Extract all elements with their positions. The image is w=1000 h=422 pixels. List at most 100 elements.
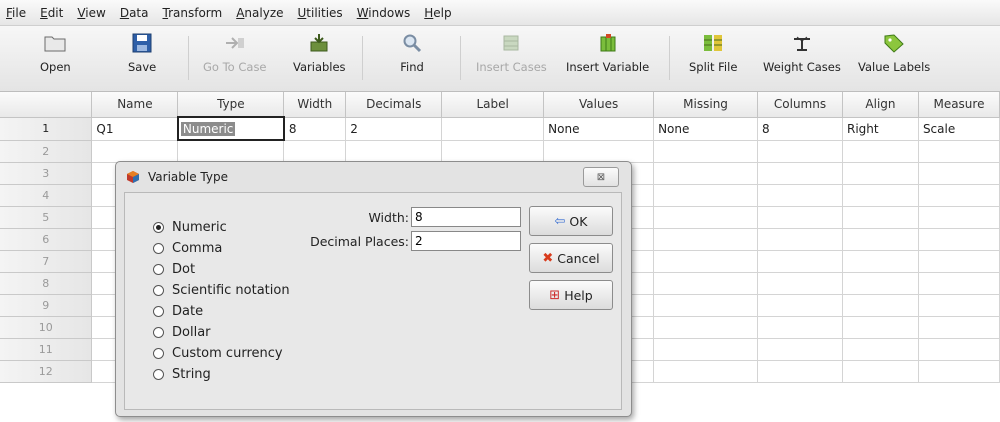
grid-cell[interactable] — [918, 250, 1000, 273]
grid-cell[interactable] — [91, 140, 179, 163]
radio-dollar[interactable]: Dollar — [153, 322, 290, 343]
grid-cell[interactable] — [918, 184, 1000, 207]
grid-cell[interactable] — [918, 206, 1000, 229]
row-number[interactable]: 8 — [0, 272, 93, 295]
grid-cell[interactable] — [757, 140, 843, 163]
grid-cell[interactable] — [653, 206, 759, 229]
row-number[interactable]: 10 — [0, 316, 93, 339]
radio-comma[interactable]: Comma — [153, 238, 290, 259]
menu-utilities[interactable]: Utilities — [298, 6, 343, 20]
grid-cell[interactable] — [177, 140, 285, 163]
menu-help[interactable]: Help — [424, 6, 451, 20]
grid-cell[interactable] — [918, 140, 1000, 163]
column-header[interactable]: Name — [91, 92, 179, 118]
grid-cell[interactable] — [653, 140, 759, 163]
grid-cell[interactable] — [757, 294, 843, 317]
grid-cell[interactable] — [842, 272, 919, 295]
cell-label[interactable] — [441, 117, 545, 141]
find-button[interactable]: Find — [400, 32, 424, 86]
menu-view[interactable]: View — [77, 6, 105, 20]
grid-cell[interactable] — [757, 360, 843, 383]
grid-cell[interactable] — [842, 316, 919, 339]
grid-cell[interactable] — [653, 316, 759, 339]
column-header[interactable]: Type — [177, 92, 285, 118]
cell-width[interactable]: 8 — [283, 117, 347, 141]
grid-cell[interactable] — [757, 228, 843, 251]
grid-cell[interactable] — [653, 272, 759, 295]
grid-cell[interactable] — [842, 360, 919, 383]
grid-cell[interactable] — [757, 272, 843, 295]
column-header[interactable]: Values — [543, 92, 655, 118]
grid-cell[interactable] — [653, 294, 759, 317]
grid-cell[interactable] — [653, 228, 759, 251]
row-number[interactable]: 7 — [0, 250, 93, 273]
variables-button[interactable]: Variables — [293, 32, 346, 86]
cell-measure[interactable]: Scale — [918, 117, 1000, 141]
corner-cell[interactable] — [0, 92, 93, 118]
cancel-button[interactable]: ✖ Cancel — [529, 243, 613, 273]
radio-date[interactable]: Date — [153, 301, 290, 322]
save-button[interactable]: Save — [128, 32, 156, 86]
insert-cases-button[interactable]: Insert Cases — [476, 32, 547, 86]
grid-cell[interactable] — [653, 184, 759, 207]
grid-cell[interactable] — [757, 250, 843, 273]
grid-cell[interactable] — [918, 272, 1000, 295]
grid-cell[interactable] — [842, 294, 919, 317]
row-number[interactable]: 12 — [0, 360, 93, 383]
value-labels-button[interactable]: Value Labels — [858, 32, 930, 86]
cell-align[interactable]: Right — [842, 117, 919, 141]
column-header[interactable]: Measure — [918, 92, 1000, 118]
row-number[interactable]: 2 — [0, 140, 93, 163]
grid-cell[interactable] — [757, 162, 843, 185]
close-icon[interactable]: ⊠ — [583, 167, 619, 187]
grid-cell[interactable] — [842, 206, 919, 229]
grid-cell[interactable] — [653, 338, 759, 361]
radio-scientific[interactable]: Scientific notation — [153, 280, 290, 301]
grid-cell[interactable] — [653, 250, 759, 273]
cell-name[interactable]: Q1 — [91, 117, 179, 141]
row-number[interactable]: 6 — [0, 228, 93, 251]
radio-numeric[interactable]: Numeric — [153, 217, 290, 238]
grid-cell[interactable] — [283, 140, 347, 163]
cell-values[interactable]: None — [543, 117, 655, 141]
row-number[interactable]: 5 — [0, 206, 93, 229]
grid-cell[interactable] — [918, 316, 1000, 339]
grid-cell[interactable] — [441, 140, 545, 163]
cell-decimals[interactable]: 2 — [345, 117, 443, 141]
grid-cell[interactable] — [918, 162, 1000, 185]
column-header[interactable]: Align — [842, 92, 919, 118]
row-number[interactable]: 4 — [0, 184, 93, 207]
row-number[interactable]: 1 — [0, 117, 93, 141]
grid-cell[interactable] — [345, 140, 443, 163]
menu-file[interactable]: File — [6, 6, 26, 20]
grid-cell[interactable] — [653, 162, 759, 185]
column-header[interactable]: Columns — [757, 92, 843, 118]
grid-cell[interactable] — [757, 338, 843, 361]
menu-transform[interactable]: Transform — [163, 6, 223, 20]
cell-missing[interactable]: None — [653, 117, 759, 141]
width-field[interactable] — [411, 207, 521, 227]
grid-cell[interactable] — [918, 338, 1000, 361]
cell-columns[interactable]: 8 — [757, 117, 843, 141]
grid-cell[interactable] — [918, 360, 1000, 383]
ok-button[interactable]: ⇦ OK — [529, 206, 613, 236]
cell-type[interactable]: Numeric — [176, 116, 285, 141]
grid-cell[interactable] — [757, 184, 843, 207]
grid-cell[interactable] — [918, 294, 1000, 317]
radio-dot[interactable]: Dot — [153, 259, 290, 280]
grid-cell[interactable] — [918, 228, 1000, 251]
menu-windows[interactable]: Windows — [357, 6, 411, 20]
column-header[interactable]: Width — [283, 92, 347, 118]
row-number[interactable]: 11 — [0, 338, 93, 361]
dialog-title-bar[interactable]: Variable Type — [116, 162, 631, 192]
weight-cases-button[interactable]: Weight Cases — [763, 32, 841, 86]
menu-edit[interactable]: Edit — [40, 6, 63, 20]
menu-analyze[interactable]: Analyze — [236, 6, 283, 20]
grid-cell[interactable] — [653, 360, 759, 383]
grid-cell[interactable] — [543, 140, 655, 163]
grid-cell[interactable] — [842, 228, 919, 251]
insert-variable-button[interactable]: Insert Variable — [566, 32, 649, 86]
open-button[interactable]: Open — [40, 32, 71, 86]
column-header[interactable]: Decimals — [345, 92, 443, 118]
decimal-places-field[interactable] — [411, 231, 521, 251]
